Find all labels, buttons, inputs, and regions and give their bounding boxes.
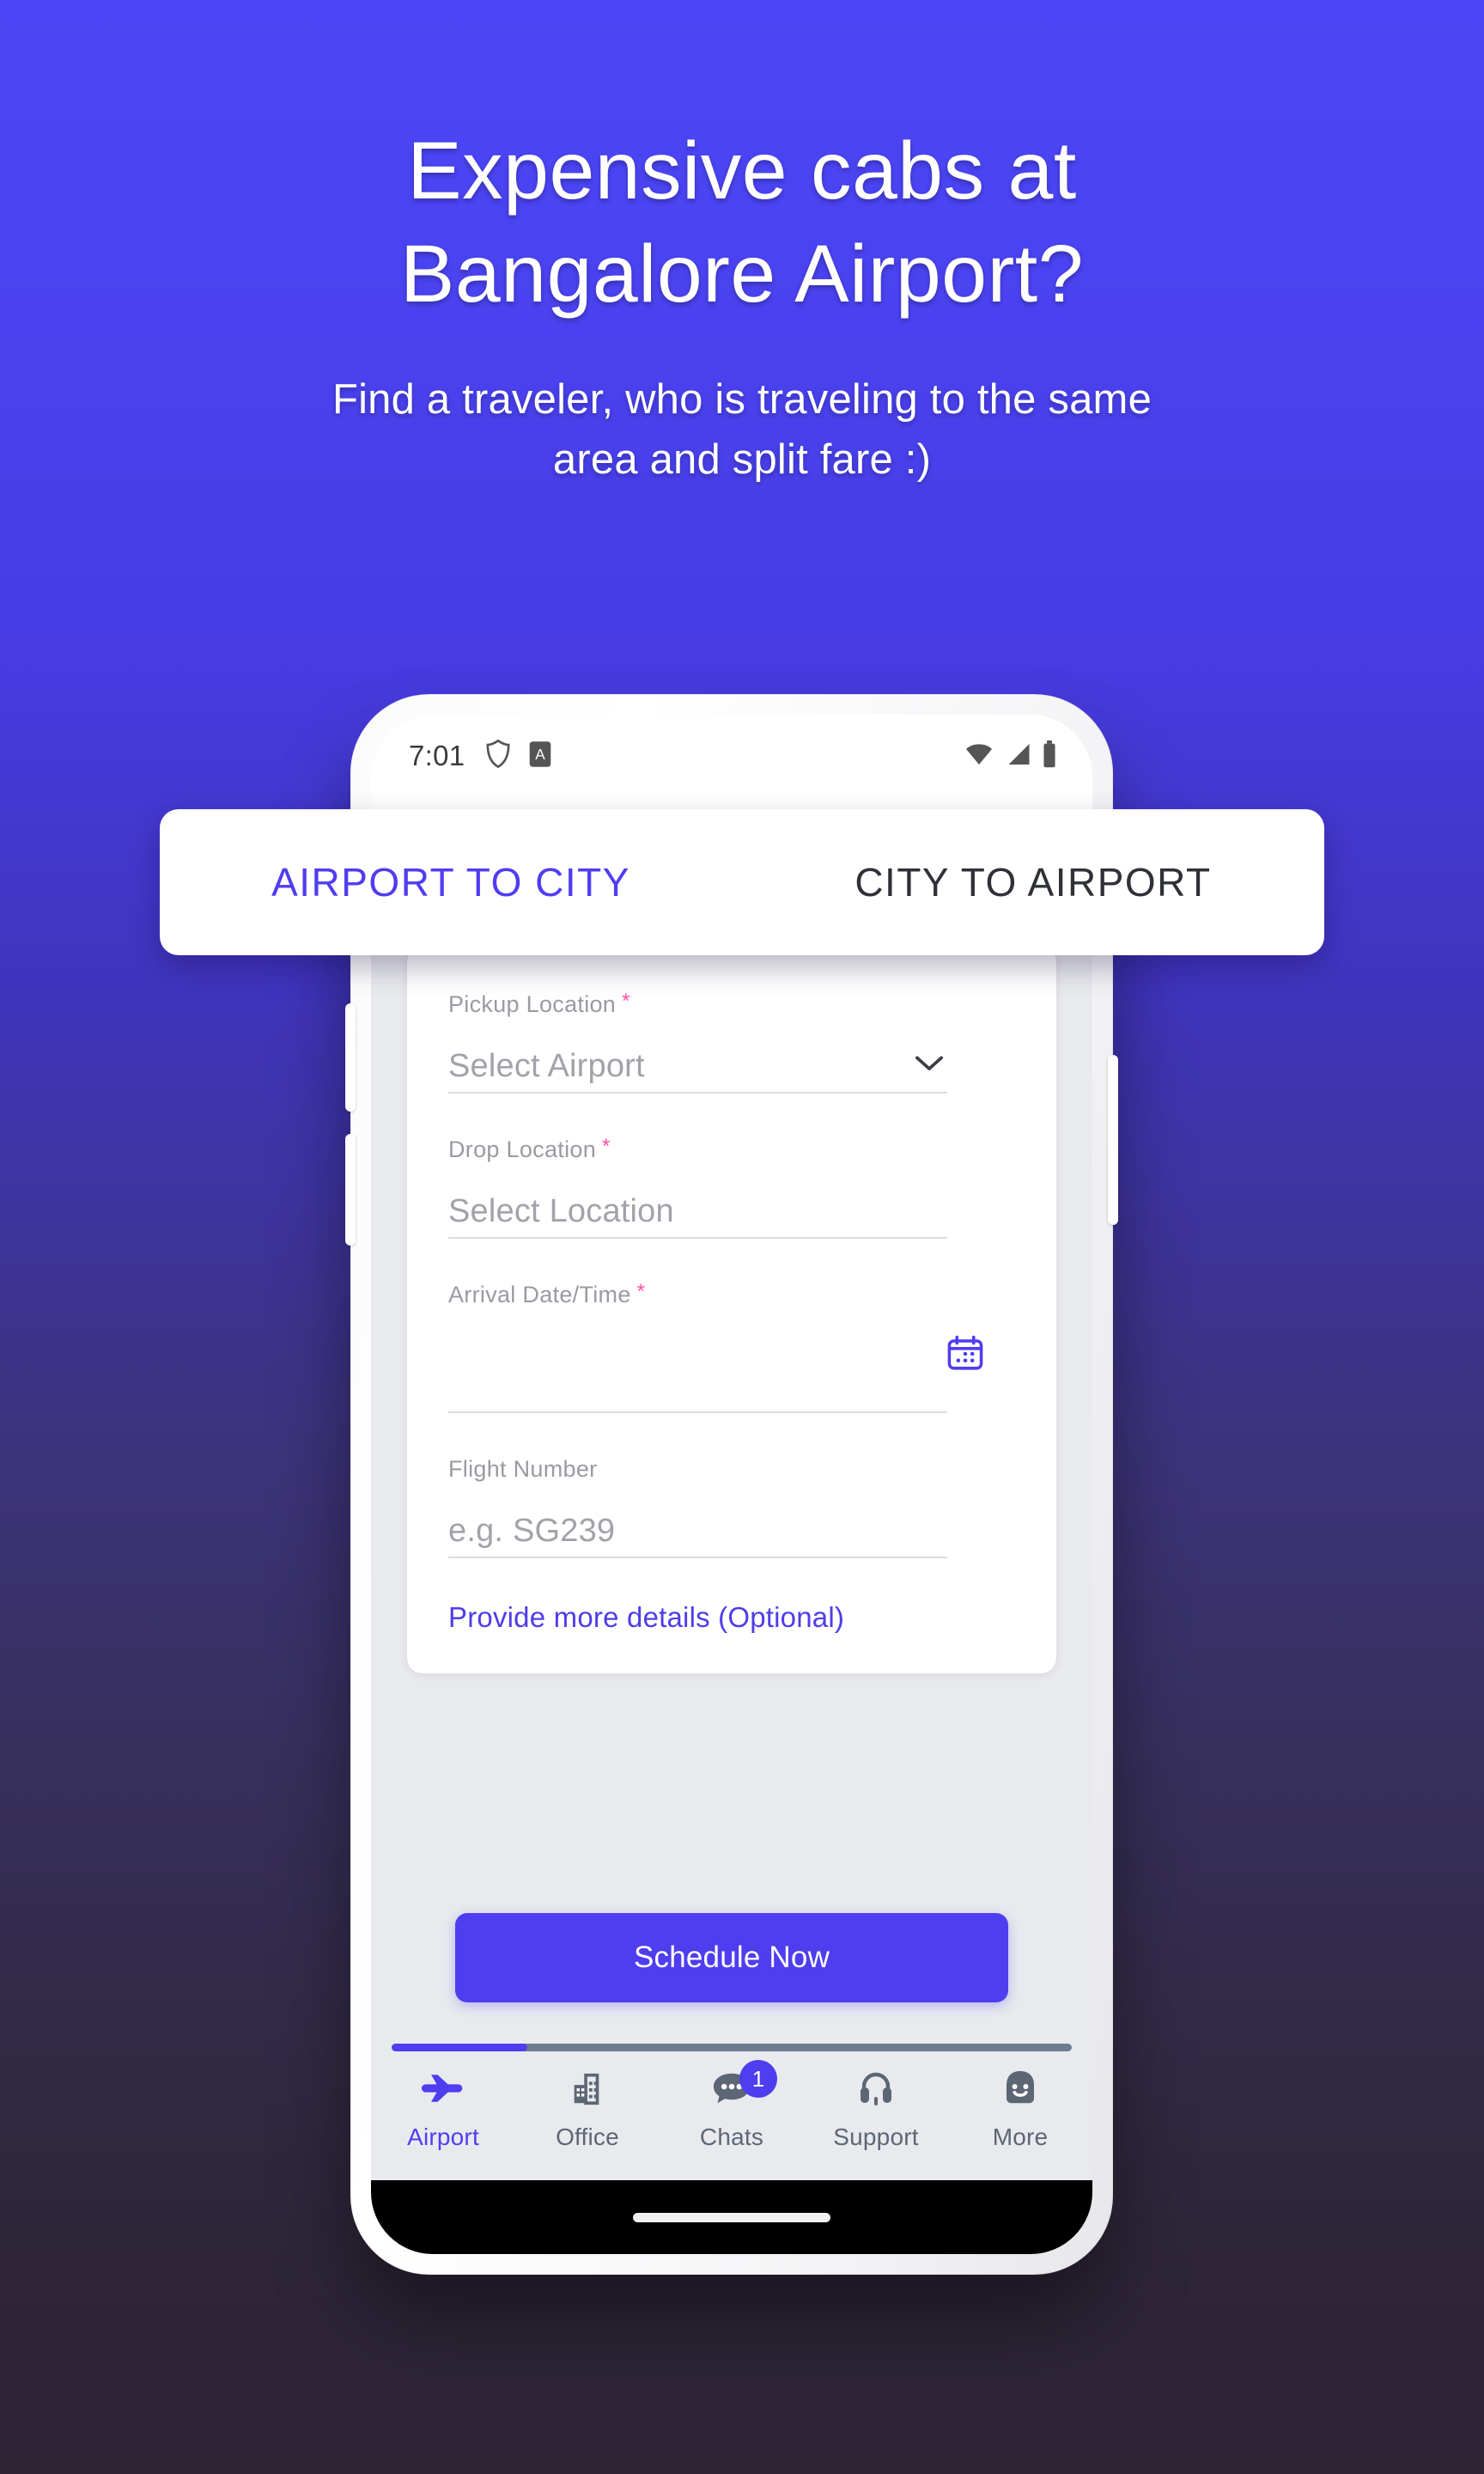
nav-item-chats[interactable]: 1 Chats	[660, 2060, 804, 2151]
nav-label-more: More	[992, 2124, 1049, 2150]
chevron-down-icon[interactable]	[915, 1056, 944, 1077]
required-asterisk: *	[602, 1135, 611, 1158]
flight-number-label-text: Flight Number	[448, 1456, 598, 1482]
arrival-datetime-input[interactable]	[448, 1331, 983, 1413]
flight-number-input[interactable]: e.g. SG239	[448, 1505, 947, 1558]
status-bar: 7:01 A	[371, 715, 1092, 797]
page-subtitle: Find a traveler, who is traveling to the…	[0, 370, 1484, 490]
nav-item-support[interactable]: Support	[804, 2063, 948, 2151]
field-arrival-datetime: Arrival Date/Time *	[448, 1282, 1015, 1413]
drop-location-placeholder: Select Location	[448, 1192, 674, 1229]
volume-down-button[interactable]	[345, 1134, 356, 1246]
power-button[interactable]	[1108, 1055, 1118, 1225]
schedule-now-button[interactable]: Schedule Now	[455, 1913, 1008, 2002]
drop-location-label: Drop Location *	[448, 1136, 1015, 1163]
nav-item-office[interactable]: Office	[515, 2063, 660, 2151]
wifi-icon	[964, 741, 994, 771]
building-icon	[568, 2063, 607, 2113]
drop-location-input[interactable]: Select Location	[448, 1185, 947, 1239]
page-subtitle-line2: area and split fare :)	[552, 436, 932, 483]
bottom-navigation-bar: Airport Office 1 Chats Support More	[371, 2051, 1092, 2180]
calendar-icon[interactable]	[946, 1334, 985, 1378]
page-title: Expensive cabs at Bangalore Airport?	[0, 120, 1484, 326]
pickup-location-input[interactable]: Select Airport	[448, 1040, 947, 1094]
flight-number-label: Flight Number	[448, 1456, 1015, 1483]
nav-label-airport: Airport	[407, 2124, 479, 2150]
battery-icon	[1041, 740, 1058, 772]
field-flight-number: Flight Number e.g. SG239	[448, 1456, 1015, 1558]
chats-unread-badge: 1	[739, 2060, 777, 2098]
nav-label-support: Support	[833, 2124, 919, 2150]
hero-section: Expensive cabs at Bangalore Airport? Fin…	[0, 120, 1484, 491]
gesture-navigation-area	[371, 2180, 1092, 2254]
page-subtitle-line1: Find a traveler, who is traveling to the…	[331, 376, 1153, 424]
field-pickup-location: Pickup Location * Select Airport	[448, 991, 1015, 1094]
smiley-icon	[1000, 2063, 1040, 2113]
nav-label-office: Office	[556, 2124, 619, 2150]
svg-text:A: A	[536, 746, 546, 763]
tab-progress-indicator	[392, 2044, 1072, 2051]
nav-label-chats: Chats	[699, 2124, 764, 2150]
pickup-location-label: Pickup Location *	[448, 991, 1015, 1018]
required-asterisk: *	[622, 990, 630, 1013]
tab-airport-to-city[interactable]: AIRPORT TO CITY	[160, 859, 742, 905]
status-bar-right-icons	[964, 740, 1058, 772]
page-title-line2: Bangalore Airport?	[400, 228, 1084, 320]
tab-city-to-airport[interactable]: CITY TO AIRPORT	[742, 859, 1324, 905]
flight-number-placeholder: e.g. SG239	[448, 1512, 616, 1549]
signal-icon	[1003, 741, 1032, 771]
drop-location-label-text: Drop Location	[448, 1136, 597, 1162]
status-bar-left-icons: A	[485, 739, 552, 773]
status-bar-clock: 7:01	[409, 740, 465, 771]
required-asterisk: *	[636, 1280, 646, 1303]
nav-item-more[interactable]: More	[948, 2063, 1092, 2151]
screen-content: Pickup Location * Select Airport Drop Lo…	[371, 797, 1092, 2254]
letter-a-badge-icon: A	[528, 740, 552, 772]
trip-direction-tab-card: AIRPORT TO CITY CITY TO AIRPORT	[160, 809, 1324, 955]
shield-icon	[485, 739, 511, 773]
home-indicator[interactable]	[633, 2212, 830, 2222]
pickup-location-label-text: Pickup Location	[448, 991, 617, 1017]
field-drop-location: Drop Location * Select Location	[448, 1136, 1015, 1239]
arrival-datetime-label: Arrival Date/Time *	[448, 1282, 1015, 1308]
headset-icon	[856, 2063, 896, 2113]
tab-progress-fill	[392, 2044, 528, 2051]
chat-bubble-icon: 1	[710, 2060, 777, 2113]
cta-row: Schedule Now	[371, 1913, 1092, 2002]
airplane-icon	[421, 2063, 465, 2113]
nav-item-airport[interactable]: Airport	[371, 2063, 515, 2151]
arrival-datetime-label-text: Arrival Date/Time	[448, 1282, 631, 1307]
provide-more-details-link[interactable]: Provide more details (Optional)	[448, 1601, 1015, 1634]
volume-up-button[interactable]	[345, 1003, 356, 1112]
page-title-line1: Expensive cabs at	[407, 125, 1077, 216]
pickup-location-placeholder: Select Airport	[448, 1047, 645, 1084]
booking-form-card: Pickup Location * Select Airport Drop Lo…	[407, 947, 1056, 1673]
